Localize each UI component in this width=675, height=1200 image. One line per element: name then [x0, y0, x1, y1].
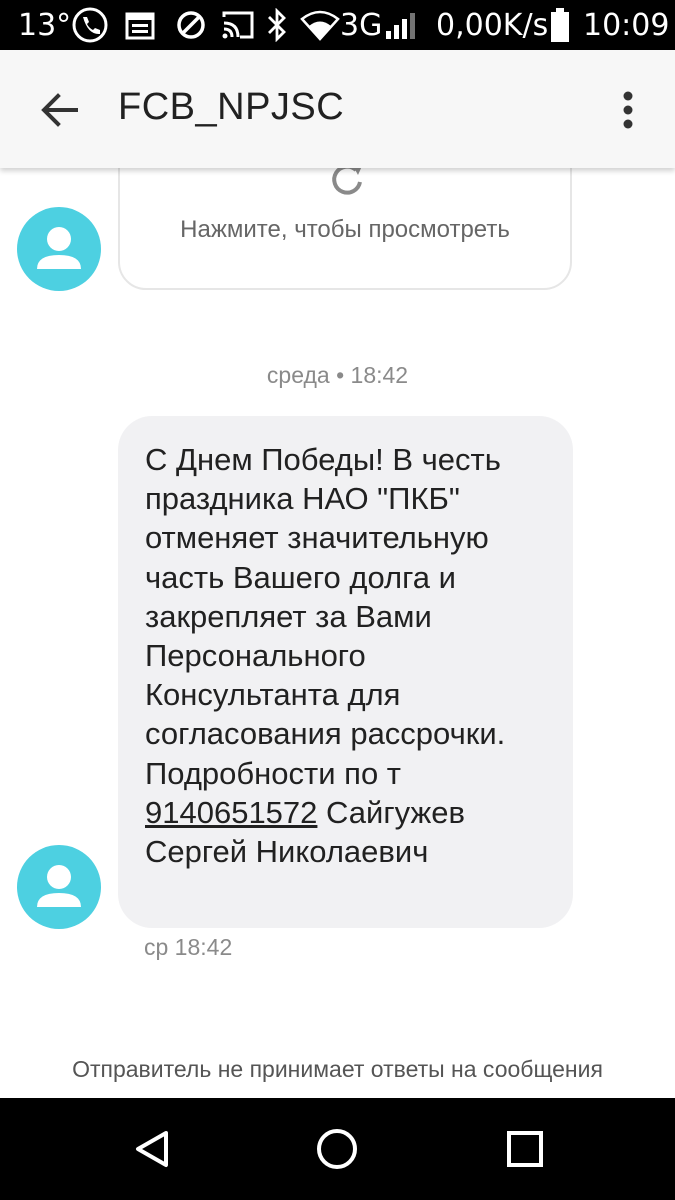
- tap-to-view-label: Нажмите, чтобы просмотреть: [180, 216, 510, 243]
- navigation-bar: [0, 1098, 675, 1200]
- more-vert-icon: [623, 91, 633, 129]
- cast-icon: [220, 0, 256, 50]
- message-body: С Днем Победы! В честь праздника НАО "ПК…: [145, 442, 506, 791]
- wifi-icon: [300, 0, 340, 50]
- recents-square-icon: [507, 1131, 543, 1167]
- nav-back-button[interactable]: [117, 1114, 187, 1184]
- home-circle-icon: [317, 1129, 357, 1169]
- calendar-icon: [124, 0, 156, 50]
- network-type: 3G: [340, 7, 383, 43]
- phone-link[interactable]: 9140651572: [145, 795, 317, 830]
- sender-avatar[interactable]: [17, 845, 101, 929]
- person-icon: [37, 865, 81, 907]
- dnd-icon: [176, 0, 206, 50]
- message-timestamp: ср 18:42: [144, 934, 233, 960]
- conversation-title: FCB_NPJSC: [118, 86, 345, 128]
- message-bubble[interactable]: С Днем Победы! В честь праздника НАО "ПК…: [118, 416, 573, 928]
- back-triangle-icon: [136, 1131, 168, 1167]
- arrow-back-icon: [41, 93, 78, 127]
- network-speed: 0,00K/s: [436, 7, 549, 43]
- battery-icon: [550, 0, 570, 50]
- status-bar: 13° 3G 0,00K/s 10:09: [0, 0, 675, 50]
- bluetooth-icon: [266, 0, 288, 50]
- clock: 10:09: [583, 7, 670, 43]
- nav-home-button[interactable]: [302, 1114, 372, 1184]
- sender-avatar[interactable]: [17, 207, 101, 291]
- message-text: С Днем Победы! В честь праздника НАО "ПК…: [145, 440, 565, 871]
- no-reply-notice: Отправитель не принимает ответы на сообщ…: [72, 1056, 603, 1082]
- app-bar: FCB_NPJSC: [0, 50, 675, 168]
- day-separator: среда • 18:42: [266, 362, 409, 388]
- back-button[interactable]: [30, 80, 90, 140]
- temperature: 13°: [18, 7, 72, 43]
- phone-icon: [72, 0, 108, 50]
- signal-icon: [384, 0, 418, 50]
- overflow-menu-button[interactable]: [603, 80, 653, 140]
- person-icon: [37, 227, 81, 269]
- nav-recents-button[interactable]: [490, 1114, 560, 1184]
